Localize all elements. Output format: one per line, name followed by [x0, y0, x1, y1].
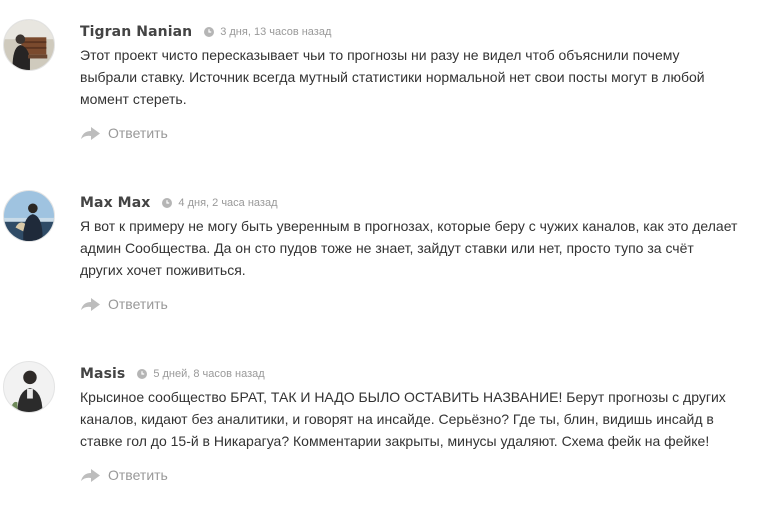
- clock-icon: [204, 27, 215, 37]
- reply-button[interactable]: Ответить: [81, 125, 168, 141]
- reply-label: Ответить: [108, 467, 168, 483]
- comment-time[interactable]: 3 дня, 13 часов назад: [220, 26, 331, 38]
- reply-arrow-icon: [81, 126, 100, 140]
- comment-author[interactable]: Tigran Nanian: [80, 24, 192, 40]
- comment-text-line: Этот проект чисто пересказывает чьи то п…: [80, 47, 680, 63]
- comment-time[interactable]: 5 дней, 8 часов назад: [153, 368, 264, 380]
- comment-author[interactable]: Max Max: [80, 195, 150, 211]
- comment-text-line: Я вот к примеру не могу быть уверенным в…: [80, 218, 738, 234]
- avatar-photo: [4, 191, 54, 241]
- comment-header: Tigran Nanian 3 дня, 13 часов назад: [80, 22, 331, 42]
- comment-text-line: Крысиное сообщество БРАТ, ТАК И НАДО БЫЛ…: [80, 389, 726, 405]
- comment-time[interactable]: 4 дня, 2 часа назад: [178, 197, 277, 209]
- avatar[interactable]: [3, 190, 55, 242]
- comment-text: Крысиное сообщество БРАТ, ТАК И НАДО БЫЛ…: [80, 386, 752, 452]
- comment-author[interactable]: Masis: [80, 366, 125, 382]
- avatar-photo: [4, 362, 54, 412]
- comment-text: Я вот к примеру не могу быть уверенным в…: [80, 215, 752, 281]
- comment-text-line: момент стереть.: [80, 91, 187, 107]
- avatar[interactable]: [3, 19, 55, 71]
- clock-icon: [137, 369, 148, 379]
- comment-header: Masis 5 дней, 8 часов назад: [80, 364, 265, 384]
- avatar-photo: [4, 20, 54, 70]
- reply-button[interactable]: Ответить: [81, 467, 168, 483]
- comment-text-line: админ Сообщества. Да он сто пудов тоже н…: [80, 240, 694, 256]
- reply-label: Ответить: [108, 296, 168, 312]
- reply-arrow-icon: [81, 468, 100, 482]
- reply-label: Ответить: [108, 125, 168, 141]
- reply-arrow-icon: [81, 297, 100, 311]
- comment-text: Этот проект чисто пересказывает чьи то п…: [80, 44, 752, 110]
- avatar[interactable]: [3, 361, 55, 413]
- comment-header: Max Max 4 дня, 2 часа назад: [80, 193, 278, 213]
- reply-button[interactable]: Ответить: [81, 296, 168, 312]
- comment-text-line: каналов, кидают без аналитики, и говорят…: [80, 411, 714, 427]
- comment-text-line: выбрали ставку. Источник всегда мутный с…: [80, 69, 705, 85]
- clock-icon: [162, 198, 173, 208]
- comment-text-line: ставке гол до 15-й в Никарагуа? Коммента…: [80, 433, 710, 449]
- comment-text-line: других хочет поживиться.: [80, 262, 246, 278]
